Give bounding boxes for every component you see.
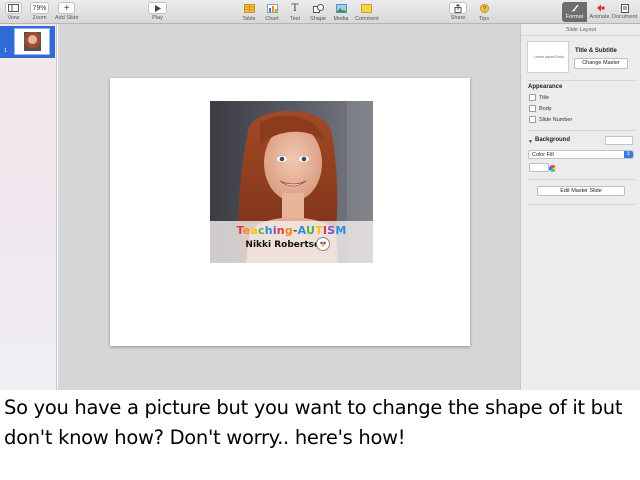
title-checkbox-label: Title xyxy=(539,94,550,101)
thumbnail-photo xyxy=(24,32,41,51)
color-wheel-icon[interactable] xyxy=(549,165,556,172)
chart-button[interactable]: Chart xyxy=(262,2,282,22)
brand-text: Teaching-AUTISM xyxy=(210,224,373,237)
slide[interactable]: Teaching-AUTISM Nikki Robertson xyxy=(110,78,470,346)
slide-thumbnail[interactable] xyxy=(14,28,50,55)
animate-tab[interactable]: Animate xyxy=(587,2,612,22)
brand-letter: A xyxy=(297,224,307,237)
shape-label: Shape xyxy=(310,16,326,22)
fill-type-select[interactable]: Color Fill ⇕ xyxy=(528,150,634,159)
inspector-switcher: Format Animate Document xyxy=(562,2,637,22)
text-icon: T xyxy=(291,3,299,14)
media-label: Media xyxy=(333,16,349,22)
table-button[interactable]: Table xyxy=(239,2,259,22)
shape-button[interactable]: Shape xyxy=(308,2,328,22)
media-icon xyxy=(331,2,351,15)
tips-icon: ? xyxy=(474,2,494,15)
slide-number: 1 xyxy=(4,48,7,54)
zoom-label: Zoom xyxy=(32,15,47,21)
share-icon xyxy=(449,2,467,14)
inspector-title: Slide Layout xyxy=(521,24,640,36)
body-checkbox-label: Body xyxy=(539,105,552,112)
title-checkbox[interactable] xyxy=(529,94,536,101)
slide-thumbnail-row[interactable]: 1 xyxy=(0,26,55,58)
tips-button[interactable]: ? Tips xyxy=(474,2,494,22)
body-checkbox-row[interactable]: Body xyxy=(529,105,552,112)
play-button[interactable]: Play xyxy=(148,2,167,21)
table-icon xyxy=(239,2,259,15)
view-button[interactable]: View xyxy=(5,2,22,21)
chart-icon xyxy=(262,2,282,15)
animate-icon xyxy=(590,3,610,13)
zoom-button[interactable]: 79% Zoom xyxy=(30,2,49,21)
text-button[interactable]: T Text xyxy=(285,2,305,22)
chart-label: Chart xyxy=(265,16,279,22)
shape-icon xyxy=(308,2,328,15)
slide-canvas: Teaching-AUTISM Nikki Robertson xyxy=(58,24,520,390)
comment-icon xyxy=(357,2,377,15)
chevron-updown-icon: ⇕ xyxy=(624,151,633,158)
brand-letter: c xyxy=(258,224,265,237)
comment-label: Comment xyxy=(355,16,379,22)
master-thumbnail-text: Lorem Ipsum Dolor xyxy=(534,55,564,59)
background-swatch[interactable] xyxy=(605,136,633,145)
change-master-button[interactable]: Change Master xyxy=(574,58,628,69)
slide-number-checkbox-row[interactable]: Slide Number xyxy=(529,116,572,123)
share-button[interactable]: Share xyxy=(449,2,467,21)
text-label: Text xyxy=(289,16,301,22)
photo-name: Nikki Robertson xyxy=(245,240,327,250)
brand-letter: n xyxy=(276,224,285,237)
media-button[interactable]: Media xyxy=(331,2,351,22)
add-slide-button[interactable]: + Add Slide xyxy=(55,2,79,21)
portrait-photo[interactable]: Teaching-AUTISM Nikki Robertson xyxy=(210,101,373,263)
title-checkbox-row[interactable]: Title xyxy=(529,94,549,101)
slide-navigator: 1 xyxy=(0,24,57,390)
format-label: Format xyxy=(565,14,584,20)
brand-letter: g xyxy=(284,224,293,237)
brand-letter: a xyxy=(250,224,259,237)
fill-type-value: Color Fill xyxy=(532,152,554,158)
appearance-heading: Appearance xyxy=(528,84,563,90)
document-tab[interactable]: Document xyxy=(612,2,637,22)
brand-letter: T xyxy=(315,224,323,237)
edit-master-slide-button[interactable]: Edit Master Slide xyxy=(537,186,625,196)
divider xyxy=(527,80,635,81)
add-slide-label: Add Slide xyxy=(55,15,79,21)
master-name: Title & Subtitle xyxy=(575,48,617,54)
brand-letter: M xyxy=(335,224,347,237)
disclosure-triangle-icon[interactable]: ▼ xyxy=(528,139,533,145)
plus-icon: + xyxy=(58,2,76,14)
play-icon xyxy=(148,2,167,14)
table-label: Table xyxy=(242,16,256,22)
zoom-value: 79% xyxy=(30,2,49,14)
divider xyxy=(527,204,635,205)
logo-badge-icon xyxy=(316,237,330,251)
share-label: Share xyxy=(450,15,466,21)
paintbrush-icon xyxy=(565,3,585,13)
comment-button[interactable]: Comment xyxy=(355,2,379,22)
view-label: View xyxy=(7,15,20,21)
play-label: Play xyxy=(152,15,163,21)
divider xyxy=(527,179,635,180)
body-checkbox[interactable] xyxy=(529,105,536,112)
toolbar: View 79% Zoom + Add Slide Play Table Cha… xyxy=(0,0,640,24)
caption-text: So you have a picture but you want to ch… xyxy=(4,396,623,449)
brand-letter: h xyxy=(264,224,273,237)
format-tab[interactable]: Format xyxy=(562,2,587,22)
master-thumbnail[interactable]: Lorem Ipsum Dolor xyxy=(527,41,569,73)
view-icon xyxy=(5,2,22,14)
format-inspector: Slide Layout Lorem Ipsum Dolor Title & S… xyxy=(520,24,640,390)
tips-label: Tips xyxy=(478,16,490,22)
document-label: Document xyxy=(611,14,638,20)
color-well[interactable] xyxy=(529,163,556,172)
background-heading: Background xyxy=(535,137,571,143)
animate-label: Animate xyxy=(589,14,610,20)
slide-number-checkbox-label: Slide Number xyxy=(539,116,573,123)
document-icon xyxy=(615,3,635,13)
slide-number-checkbox[interactable] xyxy=(529,116,536,123)
divider xyxy=(527,130,635,131)
brand-letter: U xyxy=(306,224,316,237)
